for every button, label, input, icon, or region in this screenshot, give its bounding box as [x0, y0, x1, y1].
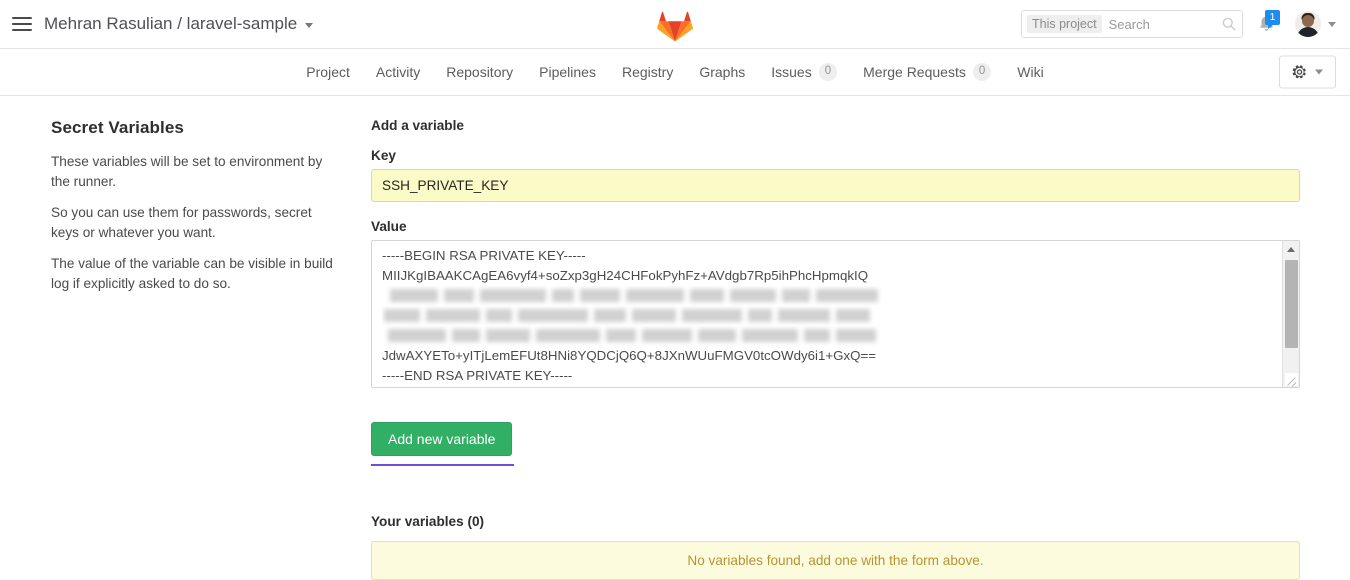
merge-requests-count-badge: 0: [973, 63, 991, 81]
top-navbar: Mehran Rasulian / laravel-sample This pr…: [0, 0, 1350, 49]
hamburger-icon[interactable]: [10, 11, 36, 37]
notification-count-badge: 1: [1265, 10, 1280, 25]
avatar-face: [1302, 15, 1314, 27]
sidebar-paragraph: So you can use them for passwords, secre…: [51, 203, 341, 243]
add-new-variable-button[interactable]: Add new variable: [371, 422, 512, 456]
sidebar-paragraph: The value of the variable can be visible…: [51, 254, 341, 294]
nav-item-label: Pipelines: [539, 64, 596, 80]
issues-count-badge: 0: [819, 63, 837, 81]
search-scope-badge[interactable]: This project: [1027, 15, 1102, 33]
value-field-group: Value -----BEGIN RSA PRIVATE KEY----- MI…: [371, 219, 1300, 388]
scrollbar-thumb[interactable]: [1285, 260, 1298, 348]
nav-item-label: Graphs: [699, 64, 745, 80]
gitlab-logo-icon: [657, 8, 693, 42]
scrollbar-track[interactable]: [1283, 258, 1300, 370]
user-menu[interactable]: [1295, 11, 1336, 37]
breadcrumb[interactable]: Mehran Rasulian / laravel-sample: [44, 14, 313, 34]
nav-item-issues[interactable]: Issues 0: [758, 49, 850, 95]
hamburger-bar: [12, 17, 32, 19]
redacted-key-line: [382, 306, 1282, 326]
key-label: Key: [371, 148, 1300, 163]
nav-item-label: Wiki: [1017, 64, 1043, 80]
page-content: Secret Variables These variables will be…: [0, 96, 1350, 580]
nav-item-merge-requests[interactable]: Merge Requests 0: [850, 49, 1004, 95]
key-input[interactable]: [371, 169, 1300, 202]
nav-item-graphs[interactable]: Graphs: [686, 49, 758, 95]
chevron-down-icon[interactable]: [1328, 22, 1336, 27]
textarea-scrollbar[interactable]: [1282, 241, 1299, 387]
textarea-resize-handle[interactable]: [1285, 373, 1298, 386]
project-nav-items: Project Activity Repository Pipelines Re…: [293, 49, 1056, 95]
nav-item-project[interactable]: Project: [293, 49, 363, 95]
value-textarea[interactable]: -----BEGIN RSA PRIVATE KEY----- MIIJKgIB…: [371, 240, 1300, 388]
nav-item-label: Repository: [446, 64, 513, 80]
breadcrumb-label: Mehran Rasulian / laravel-sample: [44, 14, 297, 34]
submit-row: Add new variable: [371, 422, 512, 456]
value-textarea-content[interactable]: -----BEGIN RSA PRIVATE KEY----- MIIJKgIB…: [372, 241, 1282, 387]
gear-icon: [1292, 65, 1307, 80]
nav-item-pipelines[interactable]: Pipelines: [526, 49, 609, 95]
nav-item-label: Activity: [376, 64, 420, 80]
triangle-up-icon: [1287, 247, 1295, 252]
search-box[interactable]: This project: [1021, 10, 1243, 38]
hamburger-bar: [12, 23, 32, 25]
nav-item-label: Project: [306, 64, 350, 80]
nav-item-repository[interactable]: Repository: [433, 49, 526, 95]
your-variables-heading: Your variables (0): [371, 514, 1300, 529]
value-label: Value: [371, 219, 1300, 234]
key-field-group: Key: [371, 148, 1300, 202]
navbar-right-controls: This project 1: [1021, 10, 1336, 38]
chevron-down-icon: [1315, 70, 1323, 75]
redacted-key-line: [382, 326, 1282, 346]
variable-form: Add a variable Key Value -----BEGIN RSA …: [371, 118, 1300, 580]
project-nav: Project Activity Repository Pipelines Re…: [0, 49, 1350, 96]
redacted-key-line: [382, 286, 1282, 306]
nav-item-label: Merge Requests: [863, 64, 966, 80]
form-heading: Add a variable: [371, 118, 1300, 133]
chevron-down-icon: [305, 23, 313, 28]
scroll-up-arrow-icon[interactable]: [1283, 241, 1300, 258]
settings-dropdown-button[interactable]: [1279, 56, 1336, 89]
search-icon[interactable]: [1222, 17, 1236, 31]
search-input[interactable]: [1102, 16, 1222, 33]
avatar-body: [1297, 27, 1319, 37]
key-line: JdwAXYETo+yITjLemEFUt8HNi8YQDCjQ6Q+8JXnW…: [382, 346, 1282, 366]
hamburger-bar: [12, 29, 32, 31]
key-line: -----BEGIN RSA PRIVATE KEY-----: [382, 246, 1282, 266]
key-line: MIIJKgIBAAKCAgEA6vyf4+soZxp3gH24CHFokPyh…: [382, 266, 1282, 286]
no-variables-alert: No variables found, add one with the for…: [371, 541, 1300, 580]
nav-item-label: Registry: [622, 64, 673, 80]
focus-underline: [371, 464, 514, 466]
notifications-button[interactable]: 1: [1257, 11, 1281, 37]
nav-item-registry[interactable]: Registry: [609, 49, 686, 95]
nav-item-activity[interactable]: Activity: [363, 49, 433, 95]
nav-item-wiki[interactable]: Wiki: [1004, 49, 1056, 95]
key-line: -----END RSA PRIVATE KEY-----: [382, 366, 1282, 386]
sidebar-description: Secret Variables These variables will be…: [51, 118, 371, 580]
sidebar-paragraph: These variables will be set to environme…: [51, 152, 341, 192]
avatar[interactable]: [1295, 11, 1321, 37]
nav-item-label: Issues: [771, 64, 811, 80]
page-title: Secret Variables: [51, 118, 341, 138]
